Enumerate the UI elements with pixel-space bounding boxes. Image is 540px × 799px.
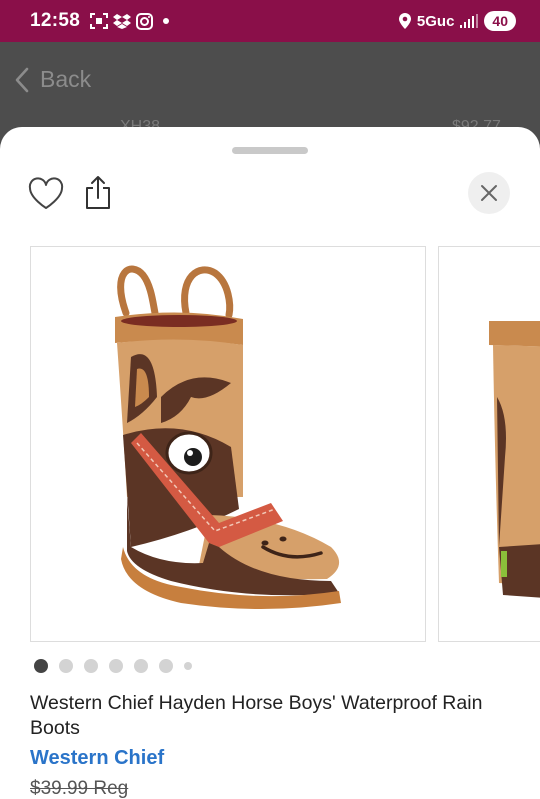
regular-price: $39.99 Reg [30,778,129,799]
carousel-dot[interactable] [184,662,192,670]
heart-icon [28,177,64,209]
carousel-dot[interactable] [134,659,148,673]
product-title: Western Chief Hayden Horse Boys' Waterpr… [30,692,483,739]
location-icon [398,13,411,29]
back-label: Back [40,66,92,92]
carousel-dot[interactable] [84,659,98,673]
carousel-dot[interactable] [159,659,173,673]
status-notification-icons [90,12,154,30]
product-quick-view-sheet: Western Chief Hayden Horse Boys' Waterpr… [0,127,540,799]
carousel-dot[interactable] [59,659,73,673]
carousel-dot[interactable] [34,659,48,673]
chevron-left-icon [15,67,29,92]
close-button[interactable] [468,172,510,214]
battery-indicator: 40 [484,11,516,31]
wishlist-button[interactable] [28,177,64,211]
instagram-icon [136,12,154,30]
carousel-pagination [34,659,192,673]
drag-handle[interactable] [232,147,308,154]
share-icon [86,176,110,209]
network-label: 5Guc [416,12,455,30]
product-image-carousel[interactable] [30,246,540,644]
back-button[interactable]: Back [14,66,91,93]
status-time: 12:58 [30,10,81,31]
product-image [115,265,341,609]
status-bar: 12:58 5Guc 40 [0,0,540,42]
share-button[interactable] [84,174,112,210]
product-image-slide[interactable] [30,246,426,642]
close-icon [481,185,497,201]
carousel-dot[interactable] [109,659,123,673]
signal-icon [460,14,479,28]
status-more-dot [163,18,170,24]
status-right: 5Guc 40 [398,11,516,31]
product-image-partial [489,321,540,598]
brand-link[interactable]: Western Chief [30,747,164,770]
dropbox-icon [113,14,132,29]
screenshot-icon [90,13,109,29]
product-image-slide[interactable] [438,246,540,642]
